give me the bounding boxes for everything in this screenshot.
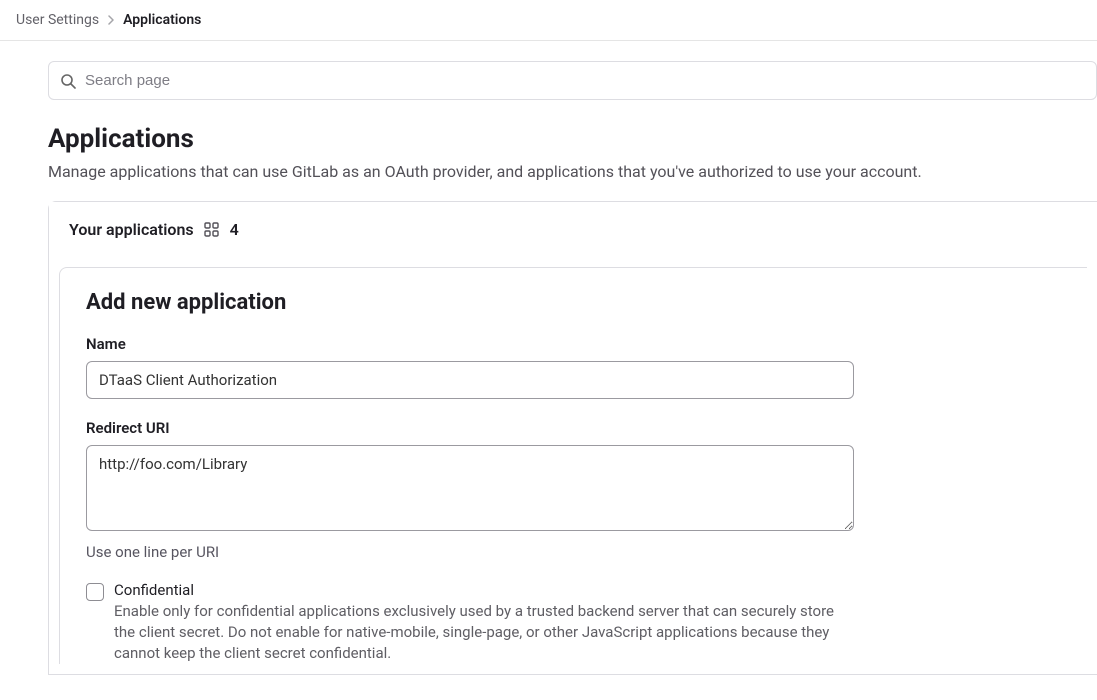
name-label: Name: [86, 335, 1061, 353]
redirect-uri-label: Redirect URI: [86, 419, 1061, 437]
search-icon: [60, 73, 76, 89]
redirect-uri-hint: Use one line per URI: [86, 543, 1061, 561]
applications-panel: Your applications 4 Add new application …: [48, 201, 1097, 675]
search-input[interactable]: [48, 61, 1097, 100]
breadcrumb: User Settings Applications: [0, 0, 1097, 41]
form-heading: Add new application: [86, 290, 1061, 315]
redirect-uri-input[interactable]: [86, 445, 854, 531]
panel-heading: Your applications: [69, 220, 194, 239]
search-bar: [48, 61, 1097, 100]
confidential-checkbox[interactable]: [86, 583, 104, 601]
chevron-right-icon: [107, 15, 115, 25]
add-application-card: Add new application Name Redirect URI Us…: [59, 267, 1087, 664]
confidential-description: Enable only for confidential application…: [114, 601, 854, 664]
name-input[interactable]: [86, 361, 854, 399]
confidential-label: Confidential: [114, 581, 854, 599]
breadcrumb-current: Applications: [123, 12, 201, 28]
page-description: Manage applications that can use GitLab …: [48, 162, 1097, 181]
applications-count: 4: [230, 220, 239, 239]
panel-header: Your applications 4: [49, 202, 1097, 257]
confidential-option: Confidential Enable only for confidentia…: [86, 581, 1061, 664]
apps-grid-icon: [204, 222, 220, 238]
page-title: Applications: [48, 124, 1097, 154]
breadcrumb-parent[interactable]: User Settings: [16, 12, 99, 28]
